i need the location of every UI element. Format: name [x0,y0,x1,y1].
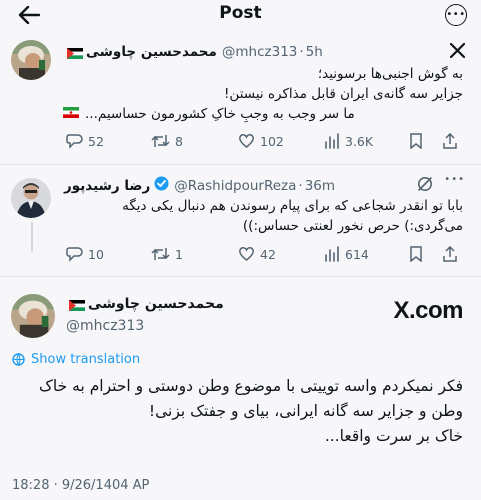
like-count: 42 [260,246,276,262]
tweet-line: جزایر سه گانه‌ی ایران قابل مذاکره نیستن! [224,86,463,102]
retweet-button[interactable]: 1 [151,246,183,262]
show-translation-label: Show translation [31,352,141,367]
heart-icon [239,247,254,261]
page-title: Post [219,3,262,23]
x-logo-icon [449,42,466,62]
tweet-line: ما سر وجب به وجبِ خاکِ کشورمون حساسیم... [63,104,463,124]
iran-flag-icon [63,104,79,124]
tweet-text: به گوش اجنبی‌ها برسونید؛ جزایر سه گانه‌ی… [63,64,463,124]
tweet-text: بابا تو انقدر شجاعی که برای پیام رسوندن … [63,196,463,236]
bookmark-button[interactable] [409,133,423,149]
like-button[interactable]: 42 [238,246,276,262]
reply-button[interactable]: 10 [66,246,104,262]
avatar[interactable] [11,178,51,218]
views-count: 614 [345,246,369,262]
tweet-author-line: محمدحسین چاوشی @mhcz313 · 5h [64,44,323,60]
avatar[interactable] [11,294,55,338]
main-tweet-text: فکر نمیکردم واسه توییتی با موضوع وطن دوس… [13,374,463,449]
tweet-line: وطن و جزایر سه گانه ایرانی، بیای و جفتک … [148,402,463,420]
views-icon [325,133,339,149]
author-handle[interactable]: @mhcz313 [222,44,297,60]
retweet-count: 1 [175,246,183,262]
tweet-actions: 10 1 42 614 [66,244,466,264]
verified-badge-icon [154,176,169,195]
x-com-logo: X.com [393,297,463,324]
main-author-handle-line: @mhcz313 [66,318,144,334]
author-name[interactable]: محمدحسین چاوشی [86,44,217,60]
translate-icon [12,353,25,366]
like-count: 102 [260,133,284,149]
palestine-flag-icon [67,47,83,59]
profile-photo-icon [11,294,55,338]
retweet-count: 8 [175,133,183,149]
tweet-timestamp[interactable]: 18:28 · 9/26/1404 AP [12,478,149,493]
author-name[interactable]: رضا رشیدپور [64,178,150,194]
grok-icon[interactable] [417,176,433,196]
profile-photo-icon [11,178,51,218]
more-options-button[interactable]: ••• [445,4,467,26]
tweet-line: خاک بر سرت واقعا... [324,427,463,445]
profile-photo-icon [11,40,51,80]
reply-icon [66,134,83,149]
share-icon [443,246,457,262]
author-handle[interactable]: @mhcz313 [66,318,144,334]
more-options-icon[interactable]: ••• [444,174,465,185]
tweet-actions: 52 8 102 3.6K [66,131,466,151]
reply-count: 52 [88,133,104,149]
top-bar: Post ••• [0,0,481,30]
reply-button[interactable]: 52 [66,133,104,149]
tweet-line: بابا تو انقدر شجاعی که برای پیام رسوندن … [122,198,463,214]
thread-connector [31,222,33,252]
separator-dot: · [299,44,304,60]
bookmark-button[interactable] [409,246,423,262]
retweet-icon [151,248,170,260]
reply-icon [66,247,83,262]
palestine-flag-icon [69,299,85,311]
author-name[interactable]: محمدحسین چاوشی [88,296,224,312]
share-button[interactable] [442,133,458,149]
main-author-name-line: محمدحسین چاوشی [66,296,224,312]
author-handle[interactable]: @RashidpourReza [174,178,296,194]
bookmark-icon [410,133,422,149]
divider [0,164,481,165]
views-button[interactable]: 3.6K [324,133,373,149]
views-icon [325,246,339,262]
retweet-icon [151,135,170,147]
divider [0,276,481,277]
tweet-author-line: رضا رشیدپور @RashidpourReza · 36m [64,176,335,195]
views-button[interactable]: 614 [324,246,369,262]
views-count: 3.6K [345,133,374,149]
tweet-time[interactable]: 5h [306,44,323,60]
reply-count: 10 [88,246,104,262]
ellipsis-icon: ••• [446,9,466,20]
like-button[interactable]: 102 [238,133,284,149]
show-translation-link[interactable]: Show translation [12,352,140,367]
tweet-time[interactable]: 36m [305,178,335,194]
share-button[interactable] [442,246,458,262]
tweet-line: فکر نمیکردم واسه توییتی با موضوع وطن دوس… [39,377,463,395]
separator-dot: · [298,177,303,194]
tweet-line: می‌گردی:) حرص نخور لعنتی حساس:)) [242,218,463,234]
tweet-line: به گوش اجنبی‌ها برسونید؛ [317,66,463,82]
share-icon [443,133,457,149]
retweet-button[interactable]: 8 [151,133,183,149]
heart-icon [239,134,254,148]
avatar[interactable] [11,40,51,80]
bookmark-icon [410,246,422,262]
